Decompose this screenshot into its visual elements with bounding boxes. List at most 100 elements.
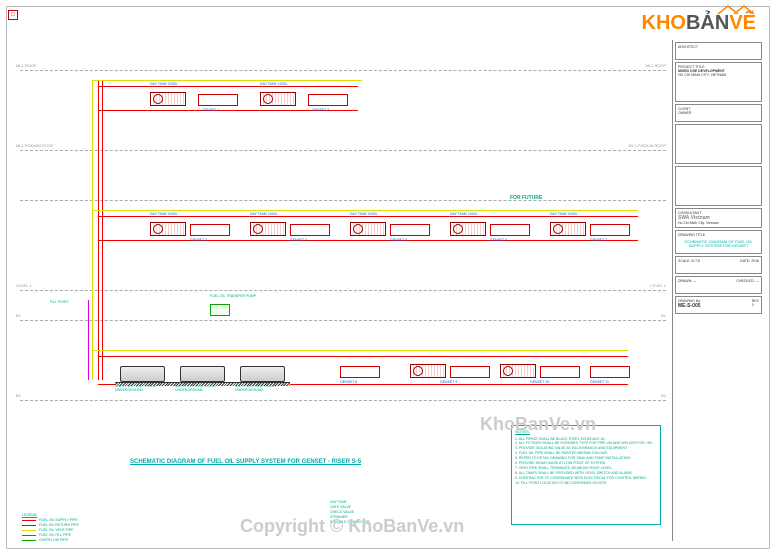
level-lbl: LEVEL 1	[650, 283, 666, 288]
gen-label: GENSET 2	[312, 108, 329, 112]
day-tank	[350, 222, 386, 236]
main-tank	[180, 366, 225, 382]
tank-label: DAY TANK 1000L	[150, 212, 178, 216]
tb-client: CLIENT OWNER	[675, 104, 762, 122]
tb-dwg-title: DRAWING TITLE SCHEMATIC DIAGRAM OF FUEL …	[675, 230, 762, 254]
tb-val: HO CHI MINH CITY, VIETNAM	[678, 73, 726, 77]
genset	[590, 366, 630, 378]
gen-label: GENSET 3	[190, 238, 207, 242]
tb-val: ME-S-005	[678, 303, 701, 309]
legend-row: FLEXIBLE CONNECTOR	[330, 520, 420, 524]
genset	[540, 366, 580, 378]
tb-val: 0	[752, 303, 754, 307]
level-lbl: B1	[16, 313, 21, 318]
legend: LEGEND: FUEL OIL SUPPLY PIPE FUEL OIL RE…	[22, 513, 122, 543]
genset	[450, 366, 490, 378]
legend-title: LEGEND:	[22, 513, 122, 517]
tb-project: PROJECT TITLE MIXED USE DEVELOPMENT HO C…	[675, 62, 762, 102]
tank-label: DAY TANK 1000L	[150, 82, 178, 86]
fill-point-label: FILL POINT	[50, 300, 69, 304]
legend-sym	[22, 530, 36, 531]
tb-val: OWNER	[678, 111, 691, 115]
day-tank	[410, 364, 446, 378]
pipe	[92, 80, 362, 81]
legend-txt: FLEXIBLE CONNECTOR	[330, 520, 370, 524]
gen-label: GENSET 10	[530, 380, 549, 384]
genset	[590, 224, 630, 236]
gen-label: GENSET 7	[590, 238, 607, 242]
tb-revisions	[675, 124, 762, 164]
level-line: ML1 PODIUM ROOFML1 PODIUM ROOF	[20, 150, 666, 151]
legend-row: FUEL OIL VENT PIPE	[22, 528, 122, 532]
level-lbl: B2	[16, 393, 21, 398]
genset	[390, 224, 430, 236]
legend-row: DAY TANK	[330, 500, 420, 504]
drawing-title: SCHEMATIC DIAGRAM OF FUEL OIL SUPPLY SYS…	[130, 459, 361, 465]
ground-hatch	[115, 382, 290, 386]
day-tank	[250, 222, 286, 236]
main-tank	[240, 366, 285, 382]
gen-label: GENSET 8	[340, 380, 357, 384]
legend-row: OVERFLOW PIPE	[22, 538, 122, 542]
level-line	[20, 200, 666, 201]
gen-label: GENSET 9	[440, 380, 457, 384]
note-line: 10. FILL POINT LOCATION TO BE CONFIRMED …	[515, 481, 657, 486]
level-lbl: ML1 ROOF	[646, 63, 666, 68]
legend-txt: DAY TANK	[330, 500, 347, 504]
legend-txt: FUEL OIL RETURN PIPE	[39, 523, 79, 527]
genset	[340, 366, 380, 378]
pipe	[98, 240, 638, 241]
tb-val: —	[693, 279, 697, 283]
legend-txt: FUEL OIL SUPPLY PIPE	[39, 518, 78, 522]
pipe	[98, 216, 638, 217]
legend-symbols: DAY TANK GATE VALVE CHECK VALVE STRAINER…	[330, 499, 420, 525]
gen-label: GENSET 1	[202, 108, 219, 112]
level-line: LEVEL 1LEVEL 1	[20, 290, 666, 291]
pump-label: FUEL OIL TRANSFER PUMP	[210, 294, 256, 298]
gen-label: GENSET 5	[390, 238, 407, 242]
tb-val: —	[756, 279, 760, 283]
legend-txt: GATE VALVE	[330, 505, 351, 509]
main-tank	[120, 366, 165, 382]
notes-box: NOTES: 1. ALL PIPING SHALL BE BLACK STEE…	[511, 425, 661, 525]
gen-label: GENSET 4	[290, 238, 307, 242]
supply-riser	[98, 80, 99, 380]
return-riser	[102, 80, 103, 380]
vent-riser	[92, 80, 93, 380]
level-lbl: B2	[661, 393, 666, 398]
level-lbl: B1	[661, 313, 666, 318]
tb-dwg-no: DRAWING No.ME-S-005 REV0	[675, 296, 762, 314]
tank-label: DAY TANK 1000L	[260, 82, 288, 86]
level-line: B2B2	[20, 400, 666, 401]
genset	[490, 224, 530, 236]
tb-lbl: DRAWING TITLE	[678, 233, 759, 237]
fill-riser	[88, 300, 89, 380]
tb-lbl: DATE	[740, 259, 749, 263]
legend-row: FUEL OIL SUPPLY PIPE	[22, 518, 122, 522]
tb-swa-addr: Ho Chi Minh City, Vietnam	[678, 221, 719, 225]
tank-label: DAY TANK 1000L	[550, 212, 578, 216]
tb-drawn-checked: DRAWN: — CHECKED: —	[675, 276, 762, 294]
legend-sym	[22, 540, 36, 541]
tank-label: DAY TANK 1000L	[250, 212, 278, 216]
tb-scale-date: SCALE: N.T.S DATE: 2016	[675, 256, 762, 274]
day-tank	[150, 92, 186, 106]
tb-val: N.T.S	[691, 259, 700, 263]
legend-row: GATE VALVE	[330, 505, 420, 509]
legend-txt: CHECK VALVE	[330, 510, 354, 514]
future-label: FOR FUTURE	[510, 195, 542, 201]
notes-title: NOTES:	[515, 429, 657, 435]
legend-txt: FUEL OIL FILL PIPE	[39, 533, 71, 537]
page-tick: □	[8, 10, 18, 20]
legend-txt: FUEL OIL VENT PIPE	[39, 528, 74, 532]
legend-sym	[22, 520, 36, 521]
level-lbl: ML1 ROOF	[16, 63, 36, 68]
tb-val: 2016	[751, 259, 759, 263]
tb-lbl: CHECKED	[736, 279, 753, 283]
legend-row: FUEL OIL FILL PIPE	[22, 533, 122, 537]
tb-val: SCHEMATIC DIAGRAM OF FUEL OIL SUPPLY SYS…	[678, 240, 759, 250]
level-lbl: ML1 PODIUM ROOF	[16, 143, 54, 148]
level-line: B1B1	[20, 320, 666, 321]
tb-keyplan	[675, 166, 762, 206]
level-lbl: ML1 PODIUM ROOF	[628, 143, 666, 148]
